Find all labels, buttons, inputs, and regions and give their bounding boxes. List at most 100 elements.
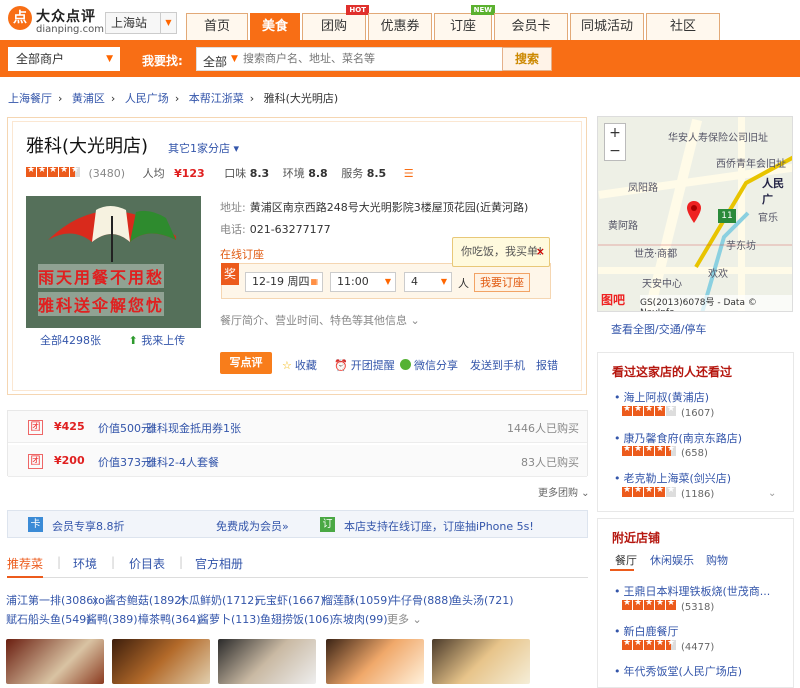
nearby-tab-shopping[interactable]: 购物 <box>706 552 728 568</box>
tab-price-list[interactable]: 价目表 <box>129 555 165 572</box>
tab-official-album[interactable]: 官方相册 <box>195 555 243 572</box>
menu-list-icon[interactable]: ☰ <box>404 167 414 180</box>
shop-photo[interactable]: 雨天用餐不用愁 雅科送伞解您忧 <box>26 196 201 328</box>
dish-photo[interactable] <box>326 639 424 684</box>
tab-environment[interactable]: 环境 <box>73 555 97 572</box>
member-discount[interactable]: 会员专享8.8折 <box>52 518 125 534</box>
star-icon: ☆ <box>282 359 292 372</box>
booking-people-select[interactable]: 4 ▼ <box>404 272 452 292</box>
search-button[interactable]: 搜索 <box>502 47 552 71</box>
hot-badge: HOT <box>346 5 369 15</box>
group-tag-icon: 团 <box>28 420 43 435</box>
tab-food[interactable]: 美食 <box>250 13 300 40</box>
dish-item[interactable]: 赋石船头鱼(549) <box>6 611 91 627</box>
list-item[interactable]: • 海上阿叔(黄浦店) <box>614 389 709 405</box>
deal-title[interactable]: 雅科现金抵用券1张 <box>146 420 241 436</box>
list-item[interactable]: • 王鼎日本料理铁板烧(世茂商... <box>614 583 770 599</box>
breadcrumb-item[interactable]: 人民广场 <box>125 92 169 105</box>
book-table-button[interactable]: 我要订座 <box>474 273 530 292</box>
prize-icon: 奖 <box>221 263 239 285</box>
all-photos-link[interactable]: 全部4298张 <box>40 334 101 347</box>
upload-photo-link[interactable]: ⬆ 我来上传 <box>129 334 186 347</box>
wechat-share-action[interactable]: 微信分享 <box>400 357 458 373</box>
group-reminder-action[interactable]: ⏰ 开团提醒 <box>334 357 395 373</box>
taste-score: 8.3 <box>249 167 270 180</box>
more-info-link[interactable]: 餐厅简介、营业时间、特色等其他信息 ⌄ <box>220 312 420 328</box>
rating-row: (658) <box>622 444 708 459</box>
deal-count: 83人已购买 <box>521 456 579 469</box>
tab-events[interactable]: 同城活动 <box>570 13 644 40</box>
tab-coupons[interactable]: 优惠券 <box>368 13 432 40</box>
close-icon[interactable]: × <box>536 238 545 266</box>
booking-promo-link[interactable]: 本店支持在线订座，订座抽iPhone 5s! <box>344 518 534 534</box>
dish-item[interactable]: 酱萝卜(113) <box>198 611 261 627</box>
more-dishes-link[interactable]: 更多 ⌄ <box>387 611 422 627</box>
dish-photo[interactable] <box>6 639 104 684</box>
write-review-button[interactable]: 写点评 <box>220 352 272 374</box>
search-input[interactable] <box>243 51 493 67</box>
map-label: 天安中心 <box>642 279 682 290</box>
shop-title: 雅科(大光明店) <box>26 136 149 157</box>
search-bar: 全部商户 ▼ 我要找: 全部 ▼ 搜索 <box>0 40 800 77</box>
join-member-link[interactable]: 免费成为会员» <box>216 518 289 534</box>
dish-item[interactable]: 牛仔骨(888) <box>390 592 453 608</box>
breadcrumb-item[interactable]: 黄浦区 <box>72 92 105 105</box>
dish-item[interactable]: 浦江第一排(3086) <box>6 592 98 608</box>
search-category-dropdown[interactable]: 全部 <box>203 53 227 70</box>
dish-item[interactable]: 鱼翅捞饭(106) <box>260 611 334 627</box>
deal-title[interactable]: 雅科2-4人套餐 <box>146 454 219 470</box>
nearby-tab-restaurants[interactable]: 餐厅 <box>615 552 637 568</box>
tab-community[interactable]: 社区 <box>646 13 720 40</box>
list-item[interactable]: • 新白鹿餐厅 <box>614 623 679 639</box>
taste-label: 口味 <box>224 167 247 180</box>
nearby-tab-leisure[interactable]: 休闲娱乐 <box>650 552 694 568</box>
chevron-down-icon[interactable]: ⌄ <box>768 488 776 499</box>
dish-item[interactable]: 樟茶鸭(364) <box>138 611 201 627</box>
dish-item[interactable]: 鱼头汤(721) <box>451 592 514 608</box>
tab-reservation[interactable]: 订座 NEW <box>434 5 495 40</box>
list-item[interactable]: • 老克勒上海菜(剑兴店) <box>614 470 731 486</box>
online-booking-title: 在线订座 <box>220 248 264 261</box>
logo[interactable]: 点 大众点评 dianping.com <box>8 6 104 36</box>
breadcrumb-item[interactable]: 本帮江浙菜 <box>189 92 244 105</box>
review-count: (3480) <box>88 167 126 180</box>
dish-photo[interactable] <box>218 639 316 684</box>
map-label: 欢欢 <box>708 269 728 280</box>
city-selector[interactable]: 上海站 ▼ <box>105 12 177 34</box>
view-full-map-link[interactable]: 查看全图/交通/停车 <box>611 321 706 337</box>
dish-photo[interactable] <box>432 639 530 684</box>
favorite-action[interactable]: ☆ 收藏 <box>282 357 317 373</box>
dish-item[interactable]: 元宝虾(1667) <box>255 592 325 608</box>
map-label: 凤阳路 <box>628 183 658 194</box>
dish-item[interactable]: 东坡肉(99) <box>332 611 388 627</box>
booking-date-select[interactable]: 12-19 周四 ▦ <box>245 272 323 292</box>
list-item[interactable]: • 年代秀饭堂(人民广场店) <box>614 663 742 679</box>
tab-groupbuy[interactable]: 团购 HOT <box>302 5 369 40</box>
breadcrumb-item[interactable]: 上海餐厅 <box>8 92 52 105</box>
dish-photo[interactable] <box>112 639 210 684</box>
more-deals-link[interactable]: 更多团购 ⌄ <box>538 484 590 499</box>
booking-time-select[interactable]: 11:00 ▼ <box>330 272 396 292</box>
dish-item[interactable]: 酱鸭(389) <box>86 611 138 627</box>
merchant-filter-dropdown[interactable]: 全部商户 ▼ <box>8 47 120 71</box>
nearby-tab-indicator <box>610 569 634 571</box>
map[interactable]: + − 华安人寿保险公司旧址 西侨青年会旧址 凤阳路 人民广 黄阿路 世茂·商都 … <box>597 116 793 312</box>
other-branches-link[interactable]: 其它1家分店 ▾ <box>168 140 239 156</box>
people-unit: 人 <box>458 277 469 290</box>
deal-row[interactable]: 团 ¥200 价值373元! 雅科2-4人套餐 83人已购买 <box>8 445 587 477</box>
dish-item[interactable]: 木瓜鲜奶(1712) <box>178 592 259 608</box>
tab-recommended-dishes[interactable]: 推荐菜 <box>7 555 44 578</box>
tab-membership[interactable]: 会员卡 <box>494 13 568 40</box>
merchant-filter-label: 全部商户 <box>16 52 65 66</box>
deal-row[interactable]: 团 ¥425 价值500元! 雅科现金抵用券1张 1446人已购买 <box>8 411 587 443</box>
report-error-action[interactable]: 报错 <box>536 357 558 373</box>
map-zoom-control[interactable]: + − <box>604 123 626 161</box>
dish-item[interactable]: 榴莲酥(1059) <box>322 592 392 608</box>
dish-item[interactable]: xo酱杏鲍菇(1892) <box>92 592 185 608</box>
deal-price: ¥425 <box>54 420 85 433</box>
chevron-down-icon: ▼ <box>384 277 391 286</box>
card-tag-icon: 卡 <box>28 517 43 532</box>
tab-home[interactable]: 首页 <box>186 13 248 40</box>
send-to-phone-action[interactable]: 发送到手机 <box>470 357 525 373</box>
env-score: 8.8 <box>308 167 328 180</box>
